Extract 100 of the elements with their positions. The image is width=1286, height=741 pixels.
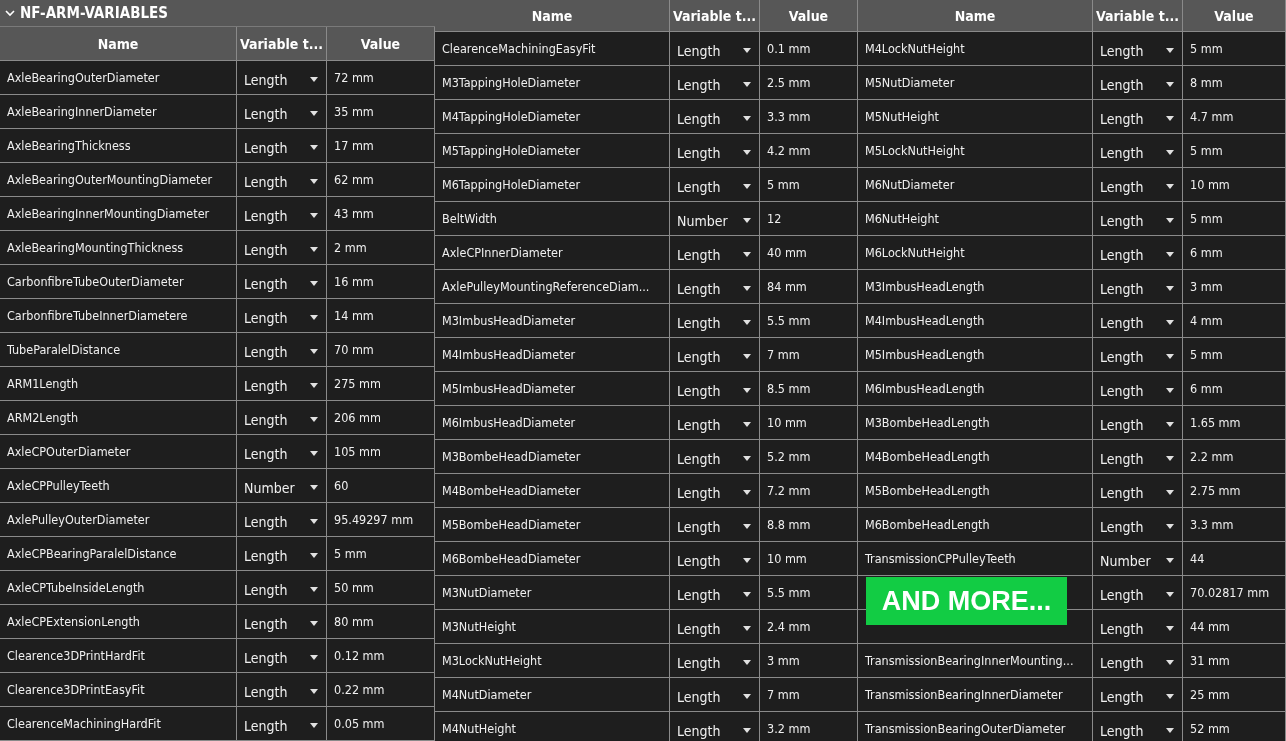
value-cell: 8 mm: [1183, 66, 1286, 100]
type-dropdown[interactable]: Length: [670, 168, 760, 202]
type-dropdown[interactable]: Length: [237, 707, 327, 741]
type-dropdown[interactable]: Length: [237, 367, 327, 401]
type-dropdown[interactable]: Length: [1093, 610, 1183, 644]
caret-icon: [1166, 184, 1174, 189]
column-header[interactable]: Variable t...: [1093, 0, 1183, 32]
type-dropdown[interactable]: Length: [670, 304, 760, 338]
type-dropdown[interactable]: Length: [237, 571, 327, 605]
type-dropdown[interactable]: Length: [670, 270, 760, 304]
column-header[interactable]: Variable t...: [237, 27, 327, 61]
value-cell: 0.05 mm: [327, 707, 435, 741]
type-dropdown[interactable]: Length: [670, 66, 760, 100]
value-cell: 4 mm: [1183, 304, 1286, 338]
type-dropdown[interactable]: Length: [237, 333, 327, 367]
column-header[interactable]: Name: [858, 0, 1093, 32]
type-dropdown[interactable]: Length: [670, 542, 760, 576]
type-dropdown[interactable]: Length: [1093, 202, 1183, 236]
type-dropdown[interactable]: Length: [1093, 372, 1183, 406]
type-dropdown[interactable]: Length: [237, 673, 327, 707]
type-dropdown[interactable]: Length: [237, 605, 327, 639]
type-dropdown[interactable]: Length: [670, 406, 760, 440]
caret-icon: [310, 621, 318, 626]
column-header[interactable]: Variable t...: [670, 0, 760, 32]
type-dropdown[interactable]: Number: [670, 202, 760, 236]
type-dropdown[interactable]: Length: [237, 401, 327, 435]
type-dropdown[interactable]: Length: [237, 95, 327, 129]
type-dropdown[interactable]: Length: [670, 338, 760, 372]
type-dropdown[interactable]: Length: [670, 100, 760, 134]
value-cell: 14 mm: [327, 299, 435, 333]
type-dropdown[interactable]: Length: [670, 440, 760, 474]
value-cell: 3.3 mm: [1183, 508, 1286, 542]
type-dropdown[interactable]: Length: [237, 503, 327, 537]
type-dropdown[interactable]: Length: [1093, 304, 1183, 338]
type-dropdown[interactable]: Length: [670, 32, 760, 66]
type-dropdown[interactable]: Length: [1093, 100, 1183, 134]
group-header[interactable]: NF-ARM-VARIABLES: [0, 0, 435, 27]
caret-icon: [743, 82, 751, 87]
caret-icon: [1166, 388, 1174, 393]
value-cell: 0.12 mm: [327, 639, 435, 673]
value-cell: 2 mm: [327, 231, 435, 265]
type-dropdown[interactable]: Length: [1093, 678, 1183, 712]
type-dropdown[interactable]: Length: [1093, 66, 1183, 100]
caret-icon: [1166, 592, 1174, 597]
caret-icon: [1166, 490, 1174, 495]
type-dropdown[interactable]: Length: [1093, 338, 1183, 372]
value-cell: 3 mm: [760, 644, 858, 678]
type-dropdown[interactable]: Length: [1093, 508, 1183, 542]
type-dropdown[interactable]: Length: [237, 231, 327, 265]
type-dropdown[interactable]: Length: [1093, 474, 1183, 508]
type-dropdown[interactable]: Number: [1093, 542, 1183, 576]
type-dropdown[interactable]: Length: [237, 197, 327, 231]
type-dropdown[interactable]: Length: [1093, 32, 1183, 66]
type-dropdown[interactable]: Length: [237, 163, 327, 197]
type-dropdown[interactable]: Length: [670, 508, 760, 542]
value-cell: 4.2 mm: [760, 134, 858, 168]
type-dropdown[interactable]: Length: [237, 537, 327, 571]
type-dropdown[interactable]: Length: [670, 678, 760, 712]
column-header[interactable]: Name: [0, 27, 237, 61]
type-dropdown[interactable]: Length: [670, 644, 760, 678]
value-cell: 7 mm: [760, 678, 858, 712]
value-cell: 44 mm: [1183, 610, 1286, 644]
caret-icon: [743, 558, 751, 563]
type-dropdown[interactable]: Length: [670, 474, 760, 508]
type-dropdown[interactable]: Length: [670, 576, 760, 610]
type-dropdown[interactable]: Length: [670, 236, 760, 270]
value-cell: 25 mm: [1183, 678, 1286, 712]
type-dropdown[interactable]: Length: [1093, 134, 1183, 168]
caret-icon: [1166, 116, 1174, 121]
type-dropdown[interactable]: Length: [1093, 270, 1183, 304]
type-dropdown[interactable]: Length: [1093, 236, 1183, 270]
caret-icon: [743, 48, 751, 53]
type-dropdown[interactable]: Length: [1093, 644, 1183, 678]
column-header[interactable]: Name: [435, 0, 670, 32]
column-header[interactable]: Value: [760, 0, 858, 32]
caret-icon: [743, 286, 751, 291]
type-dropdown[interactable]: Length: [1093, 440, 1183, 474]
value-cell: 4.7 mm: [1183, 100, 1286, 134]
type-dropdown[interactable]: Length: [670, 372, 760, 406]
type-dropdown[interactable]: Length: [1093, 168, 1183, 202]
column-header[interactable]: Value: [1183, 0, 1286, 32]
type-dropdown[interactable]: Length: [237, 299, 327, 333]
type-dropdown[interactable]: Length: [670, 134, 760, 168]
type-dropdown[interactable]: Length: [670, 610, 760, 644]
value-cell: 206 mm: [327, 401, 435, 435]
caret-icon: [1166, 694, 1174, 699]
type-dropdown[interactable]: Length: [237, 435, 327, 469]
type-dropdown[interactable]: Length: [237, 639, 327, 673]
type-dropdown[interactable]: Length: [237, 265, 327, 299]
type-dropdown[interactable]: Length: [1093, 576, 1183, 610]
caret-icon: [1166, 422, 1174, 427]
type-dropdown[interactable]: Number: [237, 469, 327, 503]
value-cell: 3.3 mm: [760, 100, 858, 134]
type-dropdown[interactable]: Length: [1093, 406, 1183, 440]
type-dropdown[interactable]: Length: [237, 61, 327, 95]
caret-icon: [743, 218, 751, 223]
value-cell: 8.5 mm: [760, 372, 858, 406]
type-dropdown[interactable]: Length: [237, 129, 327, 163]
caret-icon: [310, 519, 318, 524]
column-header[interactable]: Value: [327, 27, 435, 61]
